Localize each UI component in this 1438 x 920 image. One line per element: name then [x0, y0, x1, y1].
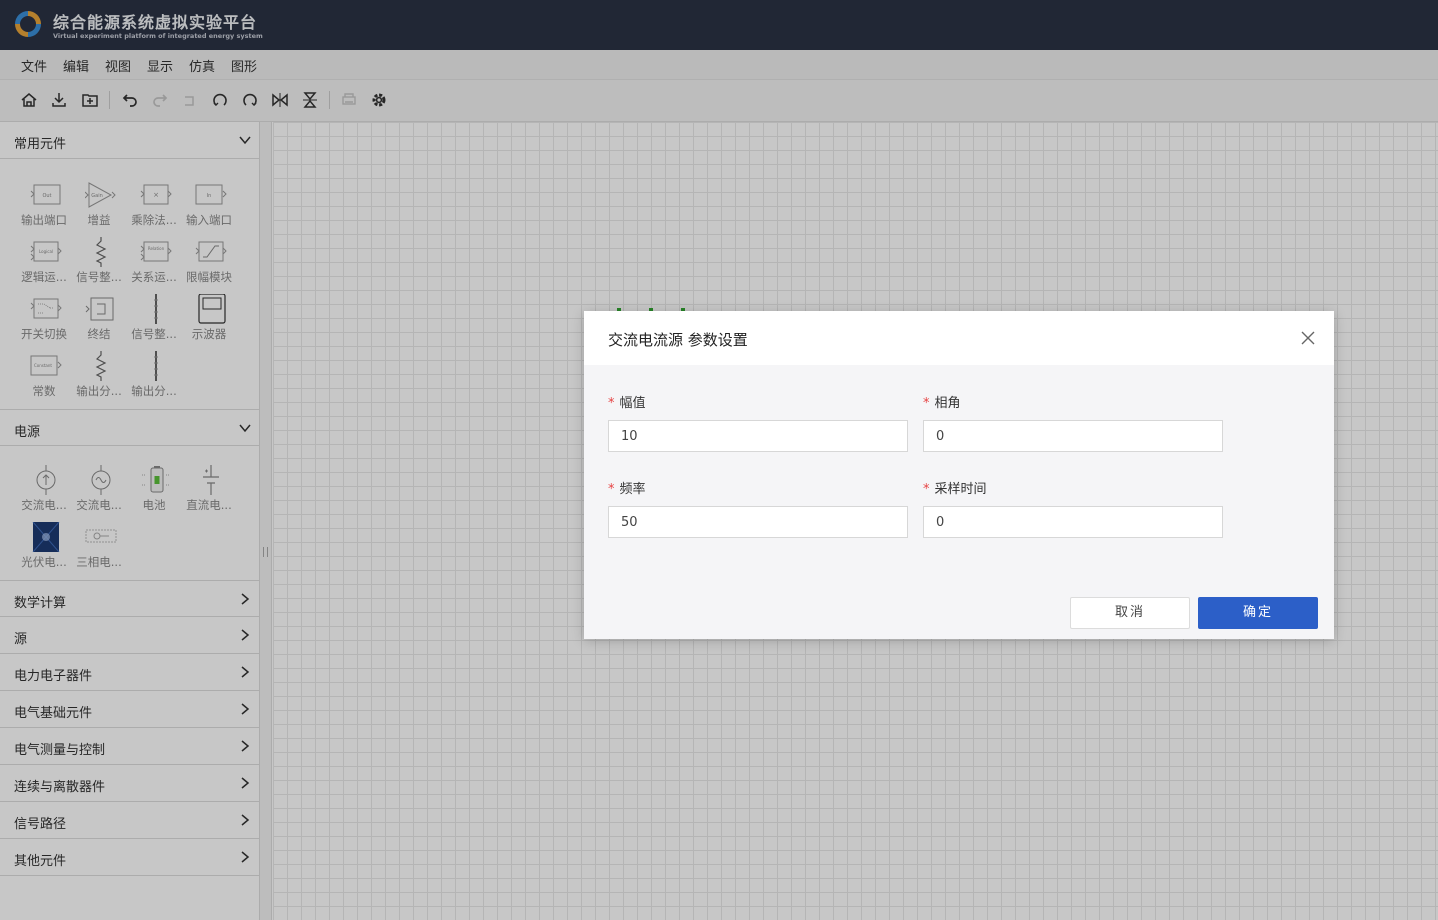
parameter-dialog: 交流电流源 参数设置 * 幅值 * 相角 * 频率 * 采样时间 取消 确定 [584, 311, 1334, 639]
field-label-text: 频率 [619, 482, 646, 497]
frequency-label: * 频率 [608, 478, 646, 497]
dialog-title: 交流电流源 参数设置 [608, 331, 748, 349]
required-mark: * [923, 482, 930, 497]
required-mark: * [608, 396, 615, 411]
phase-input[interactable] [923, 420, 1223, 452]
required-mark: * [608, 482, 615, 497]
amplitude-label: * 幅值 [608, 392, 646, 411]
dialog-header: 交流电流源 参数设置 [584, 311, 1334, 365]
frequency-input[interactable] [608, 506, 908, 538]
field-label-text: 采样时间 [934, 482, 987, 497]
field-label-text: 幅值 [619, 396, 646, 411]
required-mark: * [923, 396, 930, 411]
confirm-button[interactable]: 确定 [1198, 597, 1318, 629]
close-icon[interactable] [1300, 330, 1316, 346]
phase-label: * 相角 [923, 392, 961, 411]
amplitude-input[interactable] [608, 420, 908, 452]
sample-time-label: * 采样时间 [923, 478, 987, 497]
field-label-text: 相角 [934, 396, 961, 411]
sample-time-input[interactable] [923, 506, 1223, 538]
cancel-button[interactable]: 取消 [1070, 597, 1190, 629]
